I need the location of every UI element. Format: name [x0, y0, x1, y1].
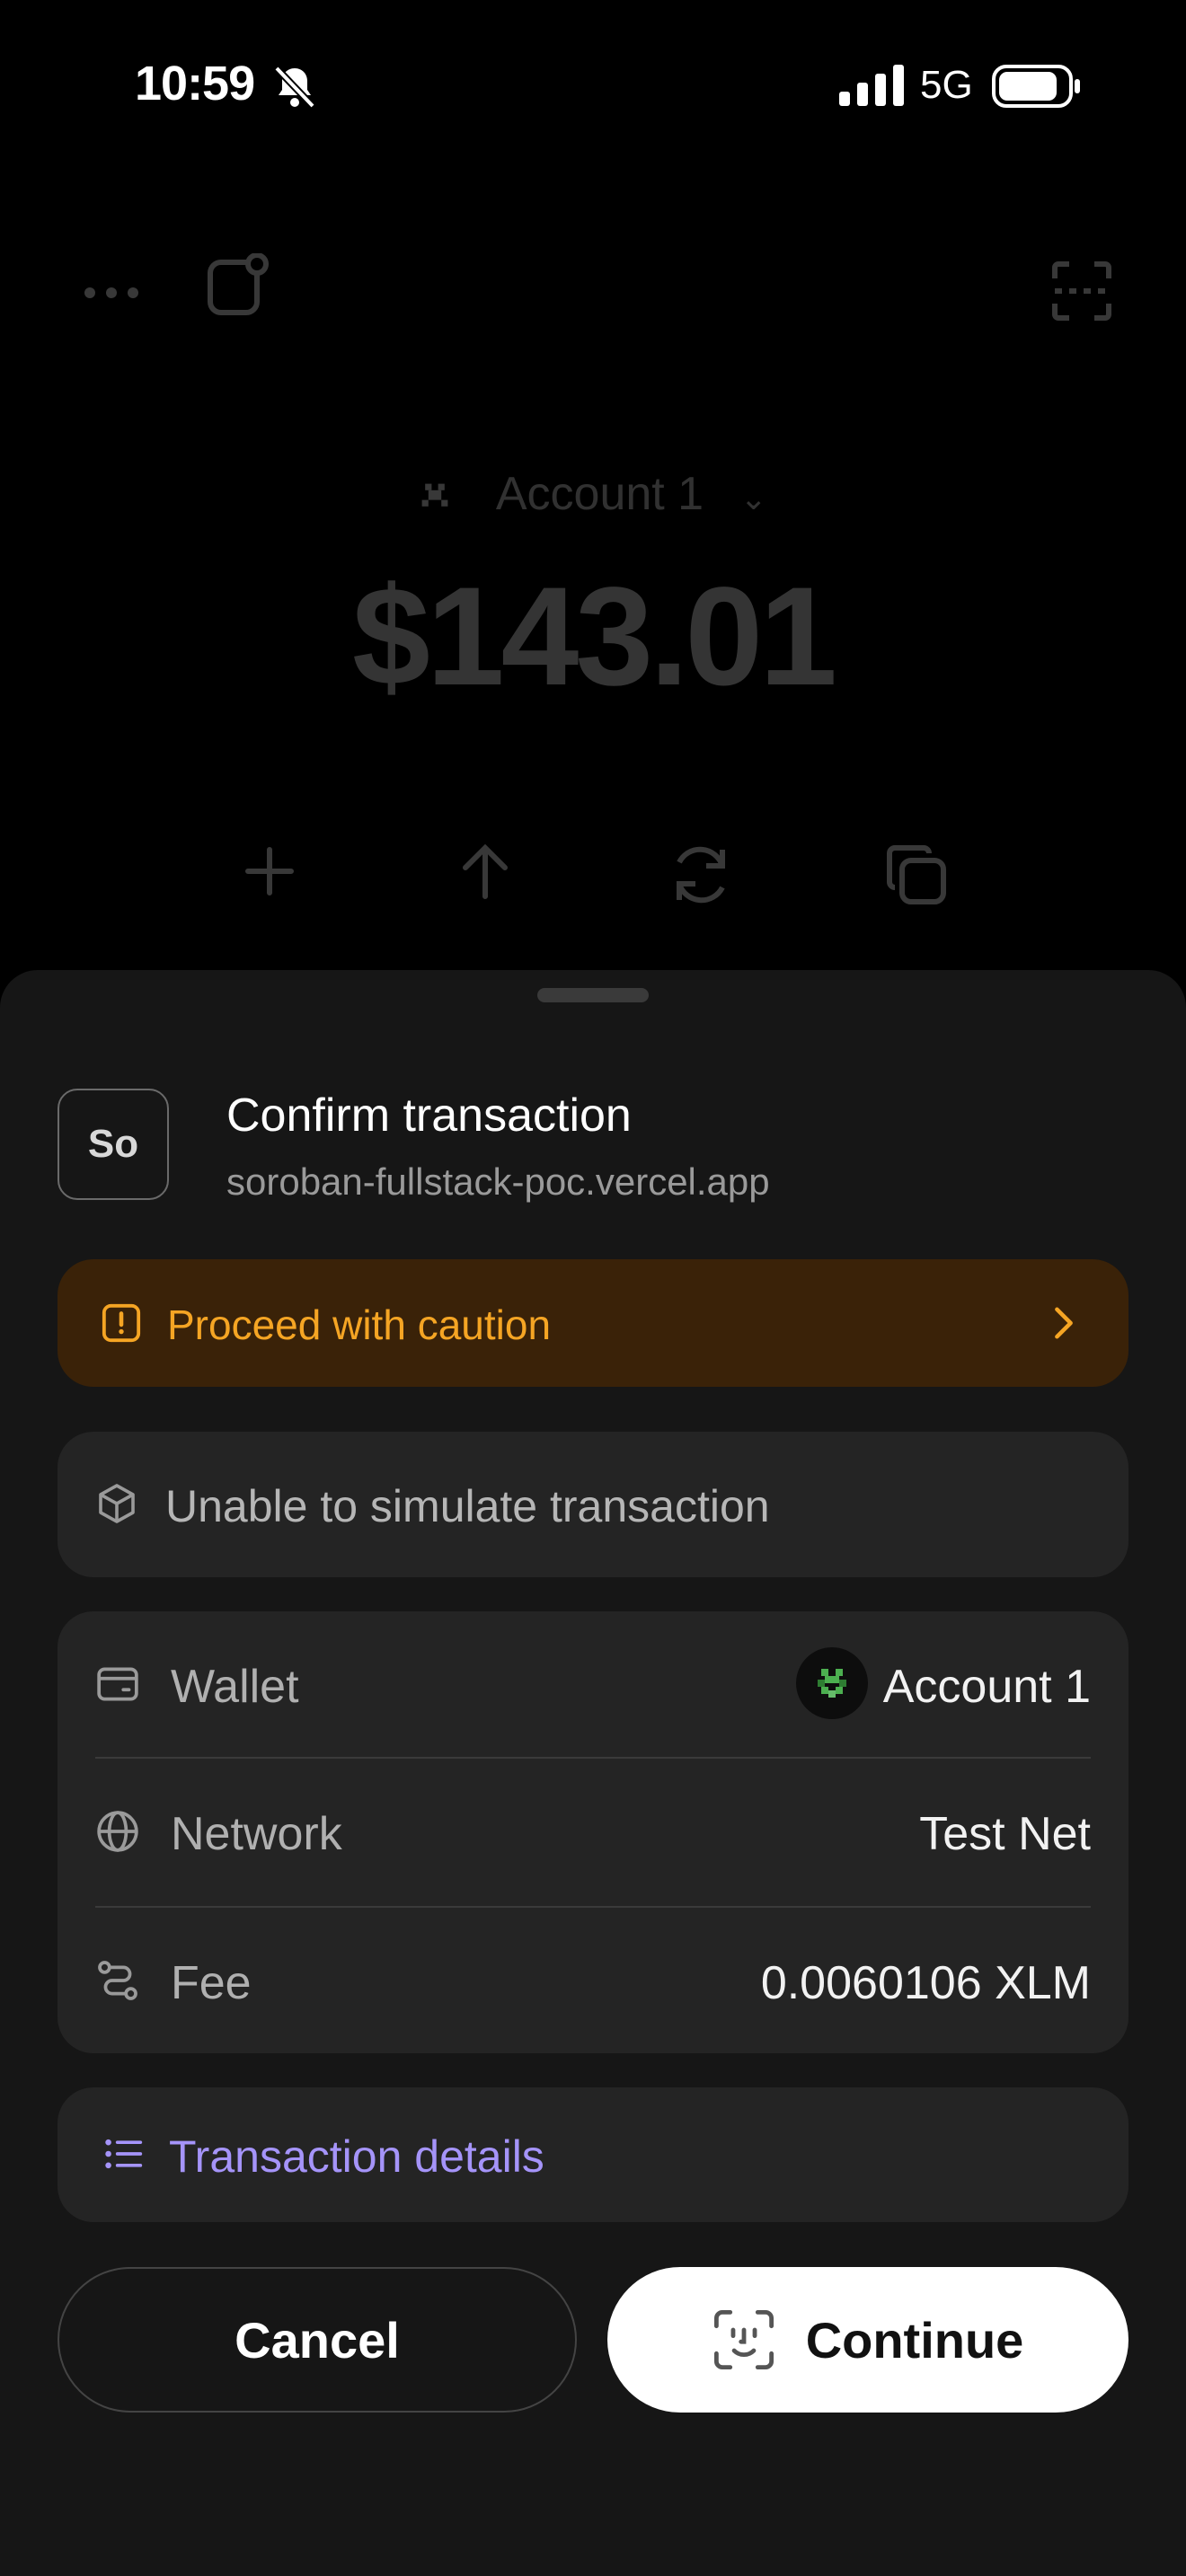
globe-icon [97, 1811, 138, 1852]
wallet-row: Wallet Account 1 [58, 1611, 1128, 1759]
account-avatar [796, 1647, 868, 1719]
more-icon [84, 287, 138, 298]
fee-row: Fee 0.0060106 XLM [58, 1908, 1128, 2055]
sheet-drag-handle[interactable] [537, 988, 649, 1002]
wallet-label: Wallet [171, 1661, 299, 1713]
cube-icon [99, 1484, 135, 1523]
wallet-icon [97, 1667, 138, 1701]
plus-icon [245, 847, 294, 895]
network-value: Test Net [919, 1808, 1091, 1860]
simulation-label: Unable to simulate transaction [165, 1481, 770, 1531]
warning-icon [102, 1303, 141, 1343]
background-wallet: Account 1 ⌄ $143.01 [0, 0, 1186, 970]
list-icon [105, 2139, 143, 2169]
cancel-label: Cancel [235, 2311, 400, 2369]
transaction-details-button[interactable]: Transaction details [58, 2087, 1128, 2222]
swap-icon [677, 846, 725, 904]
sheet-title: Confirm transaction [226, 1090, 632, 1142]
transaction-summary-card: Wallet Account 1 Network Test Net Fee 0.… [58, 1611, 1128, 2053]
account-identicon-icon [818, 1669, 846, 1698]
network-label: Network [171, 1808, 342, 1860]
background-account-selector: Account 1 ⌄ [0, 467, 1186, 521]
notes-icon [208, 253, 269, 315]
chevron-right-icon [1055, 1307, 1073, 1339]
background-balance: $143.01 [352, 559, 837, 715]
fee-label: Fee [171, 1957, 252, 2009]
background-account-name: Account 1 [495, 468, 704, 520]
wallet-value: Account 1 [882, 1661, 1091, 1713]
site-badge: So [58, 1089, 169, 1200]
network-row: Network Test Net [58, 1759, 1128, 1906]
copy-icon [887, 845, 946, 904]
fee-value: 0.0060106 XLM [760, 1957, 1091, 2009]
continue-label: Continue [805, 2311, 1024, 2369]
route-icon [98, 1961, 137, 2000]
cancel-button[interactable]: Cancel [58, 2267, 577, 2413]
face-id-icon [713, 2309, 774, 2370]
account-avatar-icon [421, 483, 448, 507]
continue-button[interactable]: Continue [607, 2267, 1128, 2413]
arrow-up-icon [463, 843, 508, 899]
caution-banner[interactable]: Proceed with caution [58, 1259, 1128, 1387]
caution-label: Proceed with caution [167, 1301, 552, 1348]
scan-icon [1052, 261, 1111, 321]
chevron-down-icon: ⌄ [739, 480, 767, 516]
simulation-status: Unable to simulate transaction [58, 1432, 1128, 1577]
transaction-details-label: Transaction details [169, 2131, 544, 2182]
site-domain: soroban-fullstack-poc.vercel.app [226, 1160, 770, 1203]
